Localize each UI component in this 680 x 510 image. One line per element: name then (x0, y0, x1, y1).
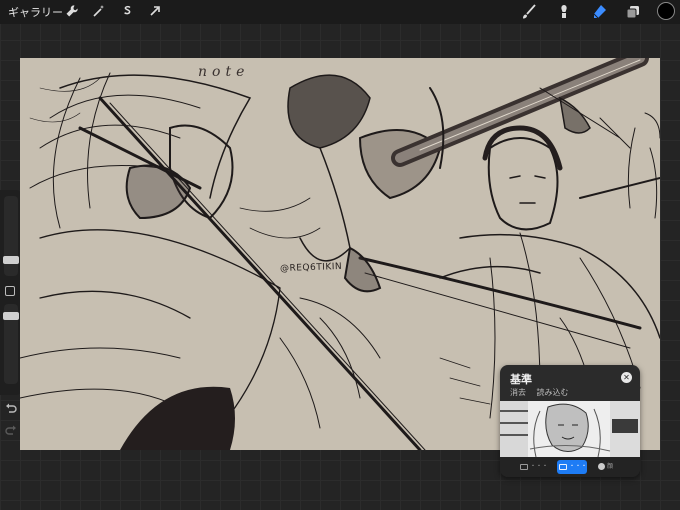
clear-button[interactable]: 消去 (510, 388, 526, 397)
reference-image[interactable] (500, 401, 640, 457)
tab-face[interactable]: 顔 (598, 460, 613, 474)
brush-icon[interactable] (520, 3, 536, 19)
opacity-thumb[interactable] (3, 312, 19, 320)
reference-tabs: ・・・ ・・・ 顔 (500, 457, 640, 477)
modify-button[interactable] (5, 286, 15, 296)
wrench-icon[interactable] (64, 3, 80, 19)
tab-canvas[interactable]: ・・・ (520, 460, 548, 474)
layers-icon[interactable] (624, 3, 640, 19)
artist-signature: note (198, 64, 250, 80)
canvas-icon (520, 463, 528, 470)
eraser-icon[interactable] (590, 3, 606, 19)
import-button[interactable]: 読み込む (537, 388, 569, 397)
tab-image[interactable]: ・・・ (557, 460, 587, 474)
top-toolbar: ギャラリー (0, 0, 680, 24)
brush-size-slider[interactable] (3, 196, 19, 276)
magic-wand-icon[interactable] (91, 3, 107, 19)
smudge-icon[interactable] (555, 3, 571, 19)
reference-panel[interactable]: 基準 ✕ 消去 読み込む ・・・ ・・・ 顔 (500, 365, 640, 477)
image-icon (559, 463, 567, 470)
selection-s-icon[interactable] (119, 3, 135, 19)
brush-size-thumb[interactable] (3, 256, 19, 264)
color-picker-button[interactable] (657, 2, 675, 20)
transform-arrow-icon[interactable] (147, 3, 163, 19)
face-icon (598, 463, 605, 470)
undo-icon[interactable] (4, 402, 18, 416)
close-icon[interactable]: ✕ (621, 372, 632, 383)
gallery-button[interactable]: ギャラリー (8, 4, 63, 20)
reference-title: 基準 (510, 373, 532, 386)
redo-icon[interactable] (4, 424, 18, 438)
opacity-slider[interactable] (3, 304, 19, 384)
reference-actions: 消去 読み込む (510, 387, 577, 398)
